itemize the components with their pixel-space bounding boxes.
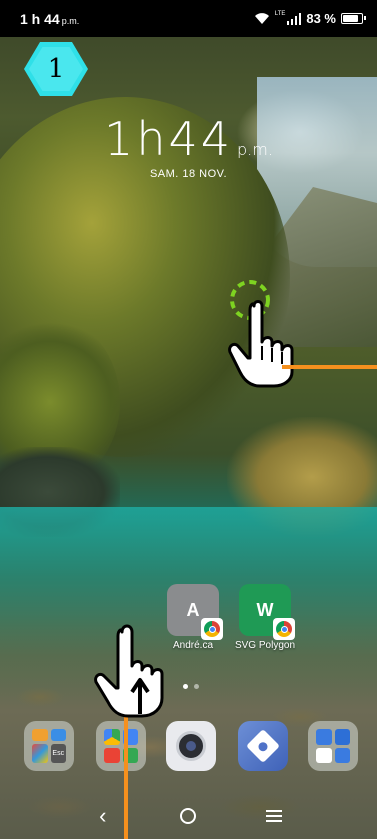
camera-icon: [176, 731, 206, 761]
settings-icon: [246, 729, 280, 763]
status-icons: LTE 83 %: [254, 11, 366, 26]
dock-folder-contacts[interactable]: [308, 721, 358, 771]
wifi-icon: [254, 12, 269, 24]
step-number: 1: [47, 54, 65, 84]
back-button[interactable]: ‹: [83, 801, 123, 831]
battery-icon: [341, 13, 366, 24]
dock-folder-tools[interactable]: Esc: [24, 721, 74, 771]
esc-key-icon: Esc: [50, 744, 66, 763]
clock-widget[interactable]: 1h44 p.m. SAM. 18 NOV.: [0, 112, 377, 180]
clock-time-value: 1h44: [104, 112, 234, 166]
back-icon: ‹: [99, 803, 107, 828]
svg-polygon-app-icon: W: [239, 584, 295, 640]
signal-icon: [287, 12, 302, 25]
home-icon: [180, 808, 197, 824]
battery-fill: [343, 15, 358, 22]
status-time: 1 h 44 p.m.: [20, 11, 79, 27]
swipe-gesture-hand-icon: [94, 624, 164, 718]
chrome-icon: [201, 618, 223, 640]
app-svg-polygon[interactable]: W SVG Polygon: [235, 584, 295, 651]
status-time-suffix: p.m.: [61, 15, 80, 26]
folder-tile: [32, 744, 48, 763]
folder-tile: [32, 729, 48, 741]
battery-percent: 83 %: [306, 11, 336, 26]
folder-tile: [104, 747, 120, 763]
clock-date: SAM. 18 NOV.: [149, 168, 228, 180]
annotation-line: [282, 365, 377, 369]
folder-tile: [316, 729, 332, 745]
navigation-bar: ‹: [0, 796, 377, 836]
tap-gesture-hand-icon: [228, 280, 294, 388]
network-type-label: LTE: [274, 11, 286, 17]
dock-folder-google[interactable]: [96, 721, 146, 771]
home-button[interactable]: [168, 801, 208, 831]
clock-time: 1h44 p.m.: [0, 112, 377, 166]
folder-tile: [316, 747, 332, 763]
page-dot-active: [183, 684, 188, 689]
status-bar: 1 h 44 p.m. LTE 83 %: [0, 0, 377, 37]
page-dot: [194, 684, 199, 689]
folder-tile: [104, 729, 120, 745]
status-time-value: 1 h 44: [20, 10, 60, 27]
folder-tile: [334, 729, 350, 745]
page-indicator: [183, 684, 199, 689]
menu-icon: [266, 810, 283, 822]
folder-tile: [50, 729, 66, 741]
folder-tile: [334, 747, 350, 763]
dock-settings[interactable]: [238, 721, 288, 771]
chrome-icon: [273, 618, 295, 640]
dock-camera[interactable]: [166, 721, 216, 771]
recents-button[interactable]: [254, 801, 294, 831]
app-glyph: W: [256, 599, 274, 620]
clock-ampm: p.m.: [237, 140, 273, 159]
app-glyph: A: [186, 599, 200, 620]
app-label: SVG Polygon: [234, 640, 296, 651]
